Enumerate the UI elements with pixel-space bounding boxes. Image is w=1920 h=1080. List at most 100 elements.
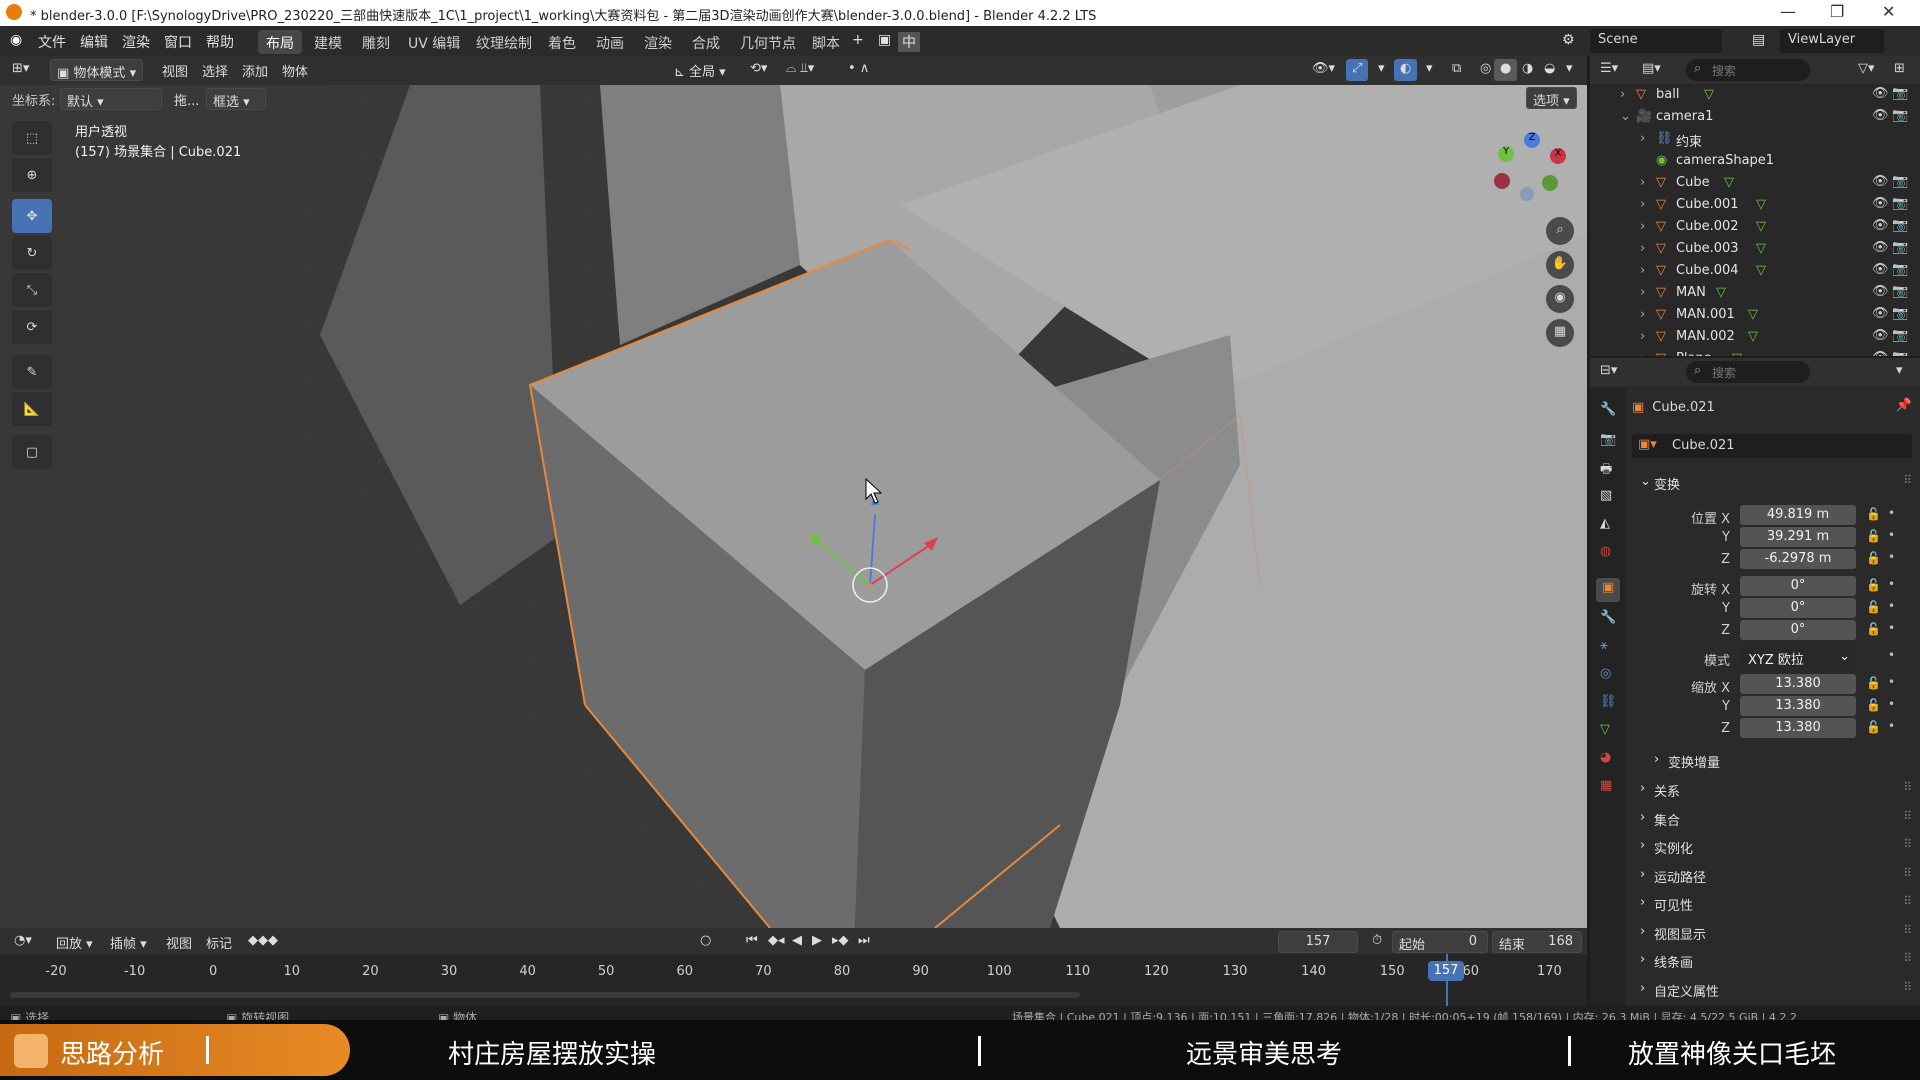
select-box-tool-icon[interactable]: ⬚ — [12, 121, 52, 155]
menu-file[interactable]: 文件 — [38, 32, 66, 52]
render-tab-icon[interactable]: 📷 — [1600, 432, 1616, 447]
menu-render[interactable]: 渲染 — [122, 32, 150, 52]
blender-menu-icon[interactable]: ◉ — [10, 32, 22, 48]
location-y-field[interactable]: 39.291 m — [1740, 527, 1856, 547]
play-icon[interactable]: ▶ — [806, 931, 828, 953]
chevron-right-icon[interactable]: › — [1640, 351, 1645, 356]
outliner-row[interactable]: › ▽ Cube ▽ 👁 📷 — [1590, 172, 1920, 194]
chevron-right-icon[interactable]: › — [1640, 241, 1645, 256]
object-tab-icon[interactable]: ▣ — [1596, 578, 1620, 602]
render-camera-icon[interactable]: 📷 — [1892, 108, 1908, 123]
drag-handle-icon[interactable]: ⠿ — [1903, 894, 1912, 908]
overlay-toggle-icon[interactable]: ◐ — [1394, 59, 1418, 81]
keyframe-dot-icon[interactable]: • — [1888, 599, 1895, 613]
keyframe-dot-icon[interactable]: • — [1888, 528, 1895, 542]
tab-modeling[interactable]: 建模 — [306, 30, 350, 54]
visibility-eye-icon[interactable]: 👁 — [1872, 284, 1889, 299]
material-shading-icon[interactable]: ◑ — [1516, 59, 1539, 81]
orientation-selector[interactable]: ⊾ 全局 ▾ — [668, 59, 732, 81]
visibility-eye-icon[interactable]: 👁 — [1872, 262, 1889, 277]
render-camera-icon[interactable]: 📷 — [1892, 240, 1908, 255]
lock-icon[interactable]: 🔓 — [1866, 578, 1881, 592]
keyframe-dot-icon[interactable]: • — [1888, 719, 1895, 733]
measure-tool-icon[interactable]: 📐 — [12, 392, 52, 426]
rotation-mode-select[interactable]: XYZ 欧拉 ⌄ — [1740, 647, 1856, 668]
chevron-right-icon[interactable]: › — [1620, 87, 1625, 102]
keyframe-dot-icon[interactable]: • — [1888, 648, 1895, 662]
data-tab-icon[interactable]: ▽ — [1600, 722, 1610, 737]
tab-shading[interactable]: 着色 — [540, 30, 584, 54]
menu-marker[interactable]: 标记 — [200, 931, 238, 953]
drag-handle-icon[interactable]: ⠿ — [1903, 780, 1912, 794]
mesh-data-icon[interactable]: ▽ — [1748, 329, 1758, 344]
options-button[interactable]: 选项 ▾ — [1526, 87, 1577, 109]
pivot-icon[interactable]: ⟲▾ — [744, 59, 773, 81]
tab-layout[interactable]: 布局 — [258, 30, 302, 54]
property-section[interactable]: › 关系 ⠿ — [1638, 778, 1918, 802]
render-camera-icon[interactable]: 📷 — [1892, 196, 1908, 211]
rendered-shading-icon[interactable]: ◒ — [1538, 59, 1561, 81]
end-frame-field[interactable]: 结束 168 — [1492, 931, 1582, 953]
lock-icon[interactable]: 🔓 — [1866, 600, 1881, 614]
view-layer-selector[interactable]: ViewLayer — [1780, 29, 1884, 53]
playhead-frame[interactable]: 157 — [1428, 961, 1464, 981]
keyframe-dot-icon[interactable]: • — [1888, 550, 1895, 564]
visibility-icon[interactable]: 👁▾ — [1306, 59, 1341, 81]
tab-texture-paint[interactable]: 纹理绘制 — [468, 30, 540, 54]
visibility-eye-icon[interactable]: 👁 — [1872, 218, 1889, 233]
drag-handle-icon[interactable]: ⠿ — [1903, 837, 1912, 851]
properties-search-input[interactable]: ⌕ 搜索 — [1686, 361, 1810, 383]
tab-scripting[interactable]: 脚本 — [804, 30, 848, 54]
pin-icon[interactable]: 📌 — [1896, 398, 1912, 413]
keyframe-dot-icon[interactable]: • — [1888, 675, 1895, 689]
scale-y-field[interactable]: 13.380 — [1740, 696, 1856, 716]
keyframe-dot-icon[interactable]: • — [1888, 506, 1895, 520]
chevron-right-icon[interactable]: › — [1640, 131, 1645, 146]
tool-tab-icon[interactable]: 🔧 — [1600, 402, 1616, 417]
ime-icon[interactable]: ▣ — [878, 32, 891, 48]
visibility-eye-icon[interactable]: 👁 — [1872, 240, 1889, 255]
lock-icon[interactable]: 🔓 — [1866, 507, 1881, 521]
physics-tab-icon[interactable]: ◎ — [1600, 666, 1611, 681]
scene-icon[interactable]: ⚙ — [1562, 32, 1575, 48]
cursor-tool-icon[interactable]: ⊕ — [12, 158, 52, 192]
render-camera-icon[interactable]: 📷 — [1892, 328, 1908, 343]
keyframe-dot-icon[interactable]: • — [1888, 577, 1895, 591]
render-camera-icon[interactable]: 📷 — [1892, 262, 1908, 277]
visibility-eye-icon[interactable]: 👁 — [1872, 350, 1889, 356]
chevron-right-icon[interactable]: › — [1640, 285, 1645, 300]
rotation-y-field[interactable]: 0° — [1740, 598, 1856, 618]
property-section[interactable]: › 实例化 ⠿ — [1638, 835, 1918, 859]
render-camera-icon[interactable]: 📷 — [1892, 284, 1908, 299]
outliner-row[interactable]: › ▽ MAN.002 ▽ 👁 📷 — [1590, 326, 1920, 348]
menu-add[interactable]: 添加 — [236, 59, 274, 81]
drag-handle-icon[interactable]: ⠿ — [1903, 866, 1912, 880]
chevron-down-icon[interactable]: ⌄ — [1620, 109, 1631, 124]
chevron-right-icon[interactable]: › — [1640, 219, 1645, 234]
keyframe-dot-icon[interactable]: • — [1888, 621, 1895, 635]
jump-start-icon[interactable]: ⏮ — [740, 931, 764, 953]
chevron-right-icon[interactable]: › — [1640, 307, 1645, 322]
world-tab-icon[interactable]: ◍ — [1600, 544, 1611, 559]
overlay-dropdown-icon[interactable]: ▾ — [1420, 59, 1439, 81]
chevron-right-icon[interactable]: › — [1640, 197, 1645, 212]
modifier-tab-icon[interactable]: 🔧 — [1600, 610, 1616, 625]
render-camera-icon[interactable]: 📷 — [1892, 174, 1908, 189]
transform-tool-icon[interactable]: ⟳ — [12, 310, 52, 344]
outliner-row[interactable]: › ▽ Cube.002 ▽ 👁 📷 — [1590, 216, 1920, 238]
tab-uv-editing[interactable]: UV 编辑 — [400, 30, 468, 54]
rotate-tool-icon[interactable]: ↻ — [12, 236, 52, 270]
close-icon[interactable]: ✕ — [1882, 2, 1895, 21]
lock-icon[interactable]: 🔓 — [1866, 551, 1881, 565]
new-collection-icon[interactable]: ⊞ — [1894, 61, 1905, 76]
display-mode-icon[interactable]: ▤▾ — [1642, 61, 1661, 76]
mode-selector[interactable]: ▣ 物体模式 ▾ — [50, 59, 144, 81]
add-cube-tool-icon[interactable]: ▢ — [12, 435, 52, 469]
move-tool-icon[interactable]: ✥ — [12, 199, 52, 233]
menu-keying[interactable]: 插帧 ▾ — [104, 931, 153, 953]
editor-type-icon[interactable]: ⊞▾ — [6, 59, 35, 81]
select-mode-selector[interactable]: 框选 ▾ — [206, 88, 266, 110]
add-workspace-icon[interactable]: + — [852, 32, 864, 48]
drag-handle-icon[interactable]: ⠿ — [1903, 980, 1912, 994]
visibility-eye-icon[interactable]: 👁 — [1872, 108, 1889, 123]
